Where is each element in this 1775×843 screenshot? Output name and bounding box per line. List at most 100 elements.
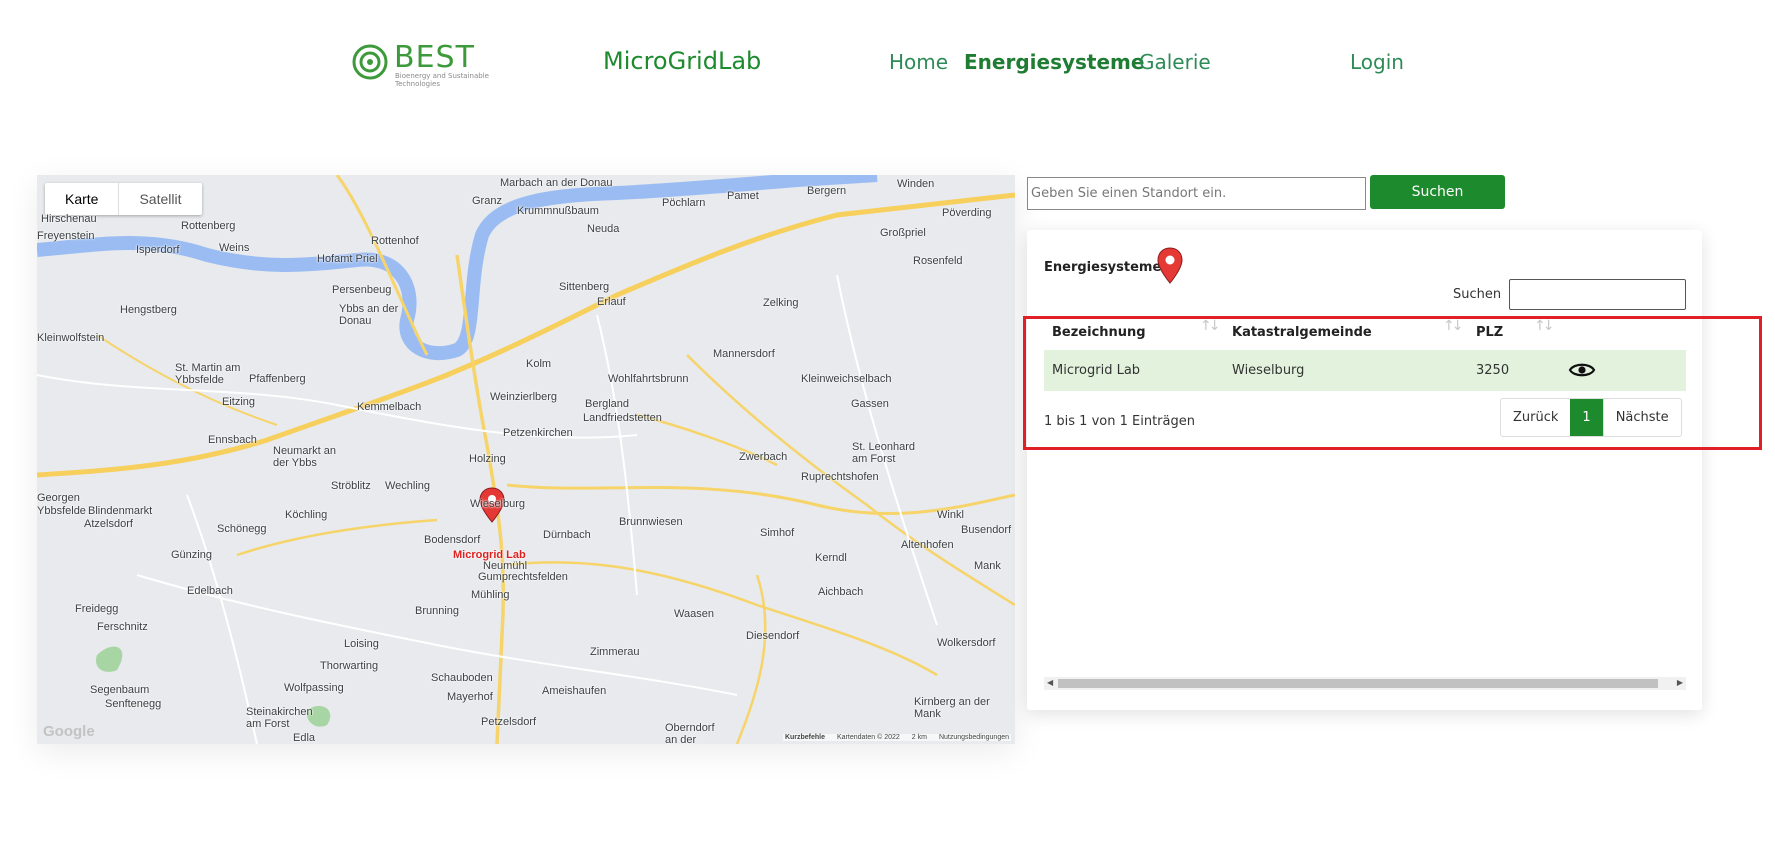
place-label: Bergern: [807, 185, 847, 197]
place-label: Kerndl: [815, 552, 847, 564]
view-eye-icon[interactable]: [1568, 360, 1596, 380]
place-label: Kleinweichselbach: [801, 373, 892, 385]
scroll-left-icon[interactable]: ◀: [1047, 678, 1053, 687]
sort-icon[interactable]: ↑↓: [1534, 318, 1555, 334]
place-label: Wolkersdorf: [937, 637, 996, 649]
place-label: Großpriel: [880, 227, 926, 239]
place-label: Kleinwolfstein: [37, 332, 105, 344]
place-label: Kirnberg an der Mank: [914, 696, 990, 720]
place-label: Krummnußbaum: [517, 205, 599, 217]
cell-katastralgemeinde: Wieselburg: [1232, 363, 1305, 378]
column-header-katastralgemeinde[interactable]: Katastralgemeinde: [1232, 325, 1372, 340]
place-label: Thorwarting: [320, 660, 379, 672]
place-label: Oberndorf an der: [665, 722, 715, 744]
nav-energiesysteme[interactable]: Energiesysteme: [964, 50, 1144, 74]
place-label: Dürnbach: [543, 529, 591, 541]
place-label: Isperdorf: [136, 244, 180, 256]
place-label: Brunning: [415, 605, 460, 617]
horizontal-scrollbar[interactable]: ◀ ▶: [1044, 677, 1686, 690]
map-pin-icon: [1157, 247, 1183, 284]
place-label: Atzelsdorf: [84, 518, 133, 530]
place-label: Ruprechtshofen: [801, 471, 879, 483]
place-label: Gassen: [851, 398, 889, 410]
place-label: Altenhofen: [901, 539, 954, 551]
marker-label[interactable]: Microgrid Lab: [453, 549, 526, 561]
nav-home[interactable]: Home: [889, 50, 948, 74]
best-logo[interactable]: BEST Bioenergy and Sustainable Technolog…: [350, 42, 490, 90]
logo-subtitle: Bioenergy and Sustainable Technologies: [395, 72, 489, 88]
page: BEST Bioenergy and Sustainable Technolog…: [0, 0, 1775, 843]
place-label: Köchling: [285, 509, 328, 521]
place-label: Winkl: [937, 509, 964, 521]
place-label: Freyenstein: [37, 230, 95, 242]
table-info: 1 bis 1 von 1 Einträgen: [1044, 414, 1195, 429]
best-logo-icon: [352, 44, 388, 80]
map-footer: Kurzbefehle Kartendaten © 2022 2 km Nutz…: [782, 734, 1011, 741]
cell-plz: 3250: [1476, 363, 1510, 378]
table-filter-input[interactable]: [1509, 279, 1686, 310]
logo-text: BEST: [394, 40, 475, 75]
map[interactable]: Karte Satellit Marbach an der Donau Wind…: [37, 175, 1015, 744]
brand-title[interactable]: MicroGridLab: [603, 47, 761, 75]
place-label: Ybbsfelde: [37, 505, 86, 517]
place-label: Waasen: [674, 608, 714, 620]
scroll-right-icon[interactable]: ▶: [1677, 678, 1683, 687]
place-label: Zimmerau: [590, 646, 640, 658]
shortcuts-link[interactable]: Kurzbefehle: [785, 734, 825, 741]
place-label: Pöverding: [942, 207, 992, 219]
sort-icon[interactable]: ↑↓: [1200, 318, 1221, 334]
place-label: Diesendorf: [746, 630, 800, 642]
table-row[interactable]: Microgrid Lab Wieselburg 3250: [1044, 350, 1686, 391]
place-label: Petzenkirchen: [503, 427, 573, 439]
place-label: Pfaffenberg: [249, 373, 306, 385]
place-label: Rosenfeld: [913, 255, 963, 267]
place-label: Granz: [472, 195, 502, 207]
place-label: Steinakirchen am Forst: [246, 706, 313, 730]
sort-icon[interactable]: ↑↓: [1443, 318, 1464, 334]
place-label: Petzelsdorf: [481, 716, 537, 728]
place-label: Eitzing: [222, 396, 256, 408]
column-header-bezeichnung[interactable]: Bezeichnung: [1052, 325, 1146, 340]
scale-text[interactable]: 2 km: [912, 734, 927, 741]
scrollbar-thumb[interactable]: [1058, 679, 1658, 688]
place-label: Edla: [293, 732, 316, 744]
place-label: Schauboden: [431, 672, 493, 684]
place-label: Georgen: [37, 492, 80, 504]
energiesysteme-panel: Energiesysteme Suchen Bezeichnung ↑↓ Kat…: [1027, 230, 1702, 710]
place-label: Kolm: [526, 358, 552, 370]
map-type-control: Karte Satellit: [45, 183, 202, 215]
place-label: Zelking: [763, 297, 799, 309]
place-label: Busendorf: [961, 524, 1012, 536]
filter-label: Suchen: [1453, 287, 1502, 302]
place-label: Hofamt Priel: [317, 253, 378, 265]
place-label: Mank: [974, 560, 1001, 572]
place-label: Hirschenau: [41, 213, 97, 225]
place-label: Erlauf: [597, 296, 626, 308]
map-type-karte[interactable]: Karte: [45, 183, 118, 215]
place-label: St. Leonhard am Forst: [852, 441, 915, 465]
place-label: Segenbaum: [90, 684, 150, 696]
place-label: Gumprechtsfelden: [478, 571, 568, 583]
place-label: Ströblitz: [331, 480, 371, 492]
pagination-next[interactable]: Nächste: [1602, 399, 1681, 436]
location-search-input[interactable]: [1027, 177, 1366, 210]
place-label: Mayerhof: [447, 691, 493, 703]
nav-login[interactable]: Login: [1350, 50, 1404, 74]
place-label: Ybbs an der Donau: [339, 303, 399, 327]
place-label: Neuda: [587, 223, 620, 235]
map-type-satellit[interactable]: Satellit: [118, 183, 201, 215]
cell-bezeichnung: Microgrid Lab: [1052, 363, 1141, 378]
column-header-plz[interactable]: PLZ: [1476, 325, 1503, 340]
nav-galerie[interactable]: Galerie: [1139, 50, 1211, 74]
place-label: Winden: [897, 178, 935, 190]
terms-link[interactable]: Nutzungsbedingungen: [939, 734, 1009, 741]
header: BEST Bioenergy and Sustainable Technolog…: [0, 0, 1775, 130]
place-label: Weinzierlberg: [490, 391, 558, 403]
search-button[interactable]: Suchen: [1370, 175, 1505, 209]
place-label: Wolfpassing: [284, 682, 344, 694]
pagination-page-1[interactable]: 1: [1570, 399, 1603, 436]
place-label: Simhof: [760, 527, 795, 539]
pagination-prev[interactable]: Zurück: [1501, 399, 1570, 436]
place-label: Mühling: [471, 589, 510, 601]
place-label: Blindenmarkt: [88, 505, 153, 517]
